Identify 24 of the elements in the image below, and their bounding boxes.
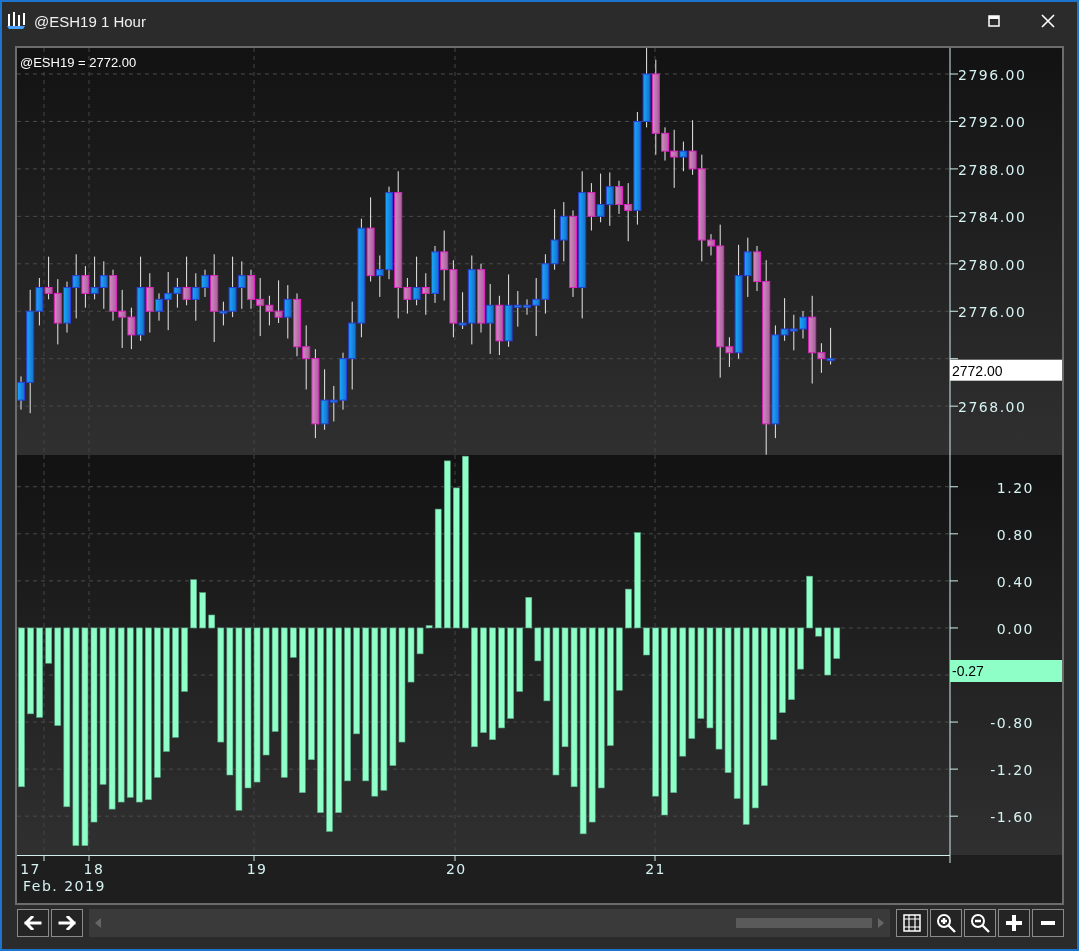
window-title: @ESH19 1 Hour <box>34 12 147 30</box>
axis-label: 2796.00 <box>958 67 1027 83</box>
axis-label: 0.80 <box>996 526 1034 543</box>
axis-label: 2780.00 <box>958 256 1027 273</box>
date-label: 19 <box>246 861 268 877</box>
axis-label: -1.20 <box>990 762 1034 779</box>
axis-label: 2792.00 <box>958 114 1027 131</box>
axis-label: 0.40 <box>996 573 1034 590</box>
axis-label: 2776.00 <box>958 304 1027 321</box>
date-label: 18 <box>83 861 105 877</box>
axis-label: -1.60 <box>990 809 1034 826</box>
axis-label: 2784.00 <box>958 209 1027 226</box>
symbol-label: @ESH19 = 2772.00 <box>20 55 137 70</box>
date-label: 17 <box>20 861 41 877</box>
axis-label: -0.80 <box>990 715 1034 732</box>
current-value-tag: -0.27 <box>950 660 1062 682</box>
current-price-tag: 2772.00 <box>950 359 1062 381</box>
date-label: 21 <box>645 861 666 877</box>
month-label: Feb. 2019 <box>23 878 106 894</box>
date-label: 20 <box>445 861 467 877</box>
axis-label: 1.20 <box>996 479 1034 496</box>
axis-label: 0.00 <box>996 620 1034 637</box>
axis-label: 2768.00 <box>958 399 1027 416</box>
axis-label: 2788.00 <box>958 161 1027 178</box>
